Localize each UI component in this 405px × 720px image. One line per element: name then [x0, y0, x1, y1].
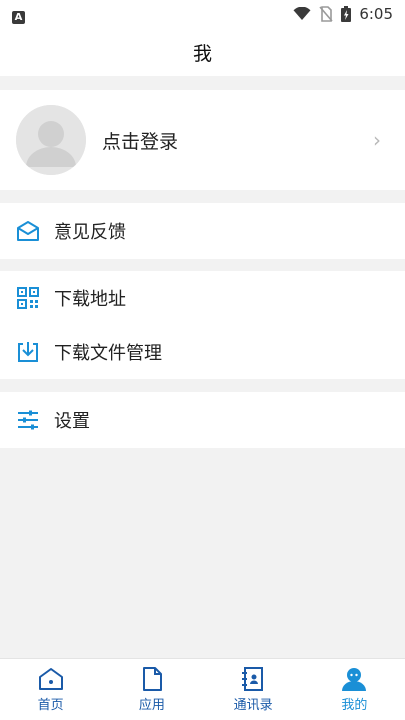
- sliders-icon: [16, 408, 40, 432]
- nav-mine[interactable]: 我的: [304, 659, 405, 720]
- menu-item-label: 设置: [54, 411, 90, 432]
- address-book-icon: [242, 666, 264, 691]
- page-header: 我: [0, 28, 405, 76]
- qr-code-icon: [16, 286, 40, 310]
- avatar: [16, 105, 86, 175]
- mail-open-icon: [16, 219, 40, 243]
- bottom-navigation: 首页 应用 通讯录 我的: [0, 658, 405, 720]
- download-section: 下载地址 下载文件管理: [0, 271, 405, 379]
- menu-item-download-manager[interactable]: 下载文件管理: [0, 325, 405, 379]
- document-icon: [142, 666, 162, 691]
- status-bar: A 6:05: [0, 0, 405, 28]
- user-icon: [342, 667, 367, 691]
- menu-item-download-address[interactable]: 下载地址: [0, 271, 405, 325]
- menu-item-settings[interactable]: 设置: [0, 392, 405, 448]
- menu-item-label: 下载文件管理: [54, 343, 162, 364]
- nav-home-label: 首页: [37, 697, 64, 713]
- settings-section: 设置: [0, 392, 405, 448]
- feedback-section: 意见反馈: [0, 203, 405, 259]
- login-label: 点击登录: [102, 130, 179, 153]
- status-right: 6:05: [293, 5, 393, 23]
- nav-home[interactable]: 首页: [0, 659, 101, 720]
- menu-item-feedback[interactable]: 意见反馈: [0, 203, 405, 259]
- status-left: A: [12, 5, 25, 24]
- home-icon: [38, 667, 63, 690]
- profile-login-row[interactable]: 点击登录 ›: [0, 90, 405, 190]
- nav-apps[interactable]: 应用: [101, 659, 202, 720]
- nav-apps-label: 应用: [138, 697, 165, 713]
- nav-contacts-label: 通讯录: [233, 697, 273, 713]
- wifi-icon: [293, 7, 311, 20]
- battery-charging-icon: [341, 6, 352, 22]
- download-tray-icon: [16, 340, 40, 364]
- no-sim-icon: [319, 6, 333, 22]
- menu-item-label: 下载地址: [54, 289, 126, 310]
- nav-contacts[interactable]: 通讯录: [203, 659, 304, 720]
- chevron-right-icon: ›: [373, 128, 381, 152]
- nav-mine-label: 我的: [341, 697, 368, 713]
- menu-item-label: 意见反馈: [54, 222, 126, 243]
- status-time: 6:05: [359, 5, 393, 23]
- notification-a-icon: A: [12, 10, 25, 24]
- default-avatar-icon: [16, 105, 86, 175]
- page-title: 我: [192, 42, 212, 65]
